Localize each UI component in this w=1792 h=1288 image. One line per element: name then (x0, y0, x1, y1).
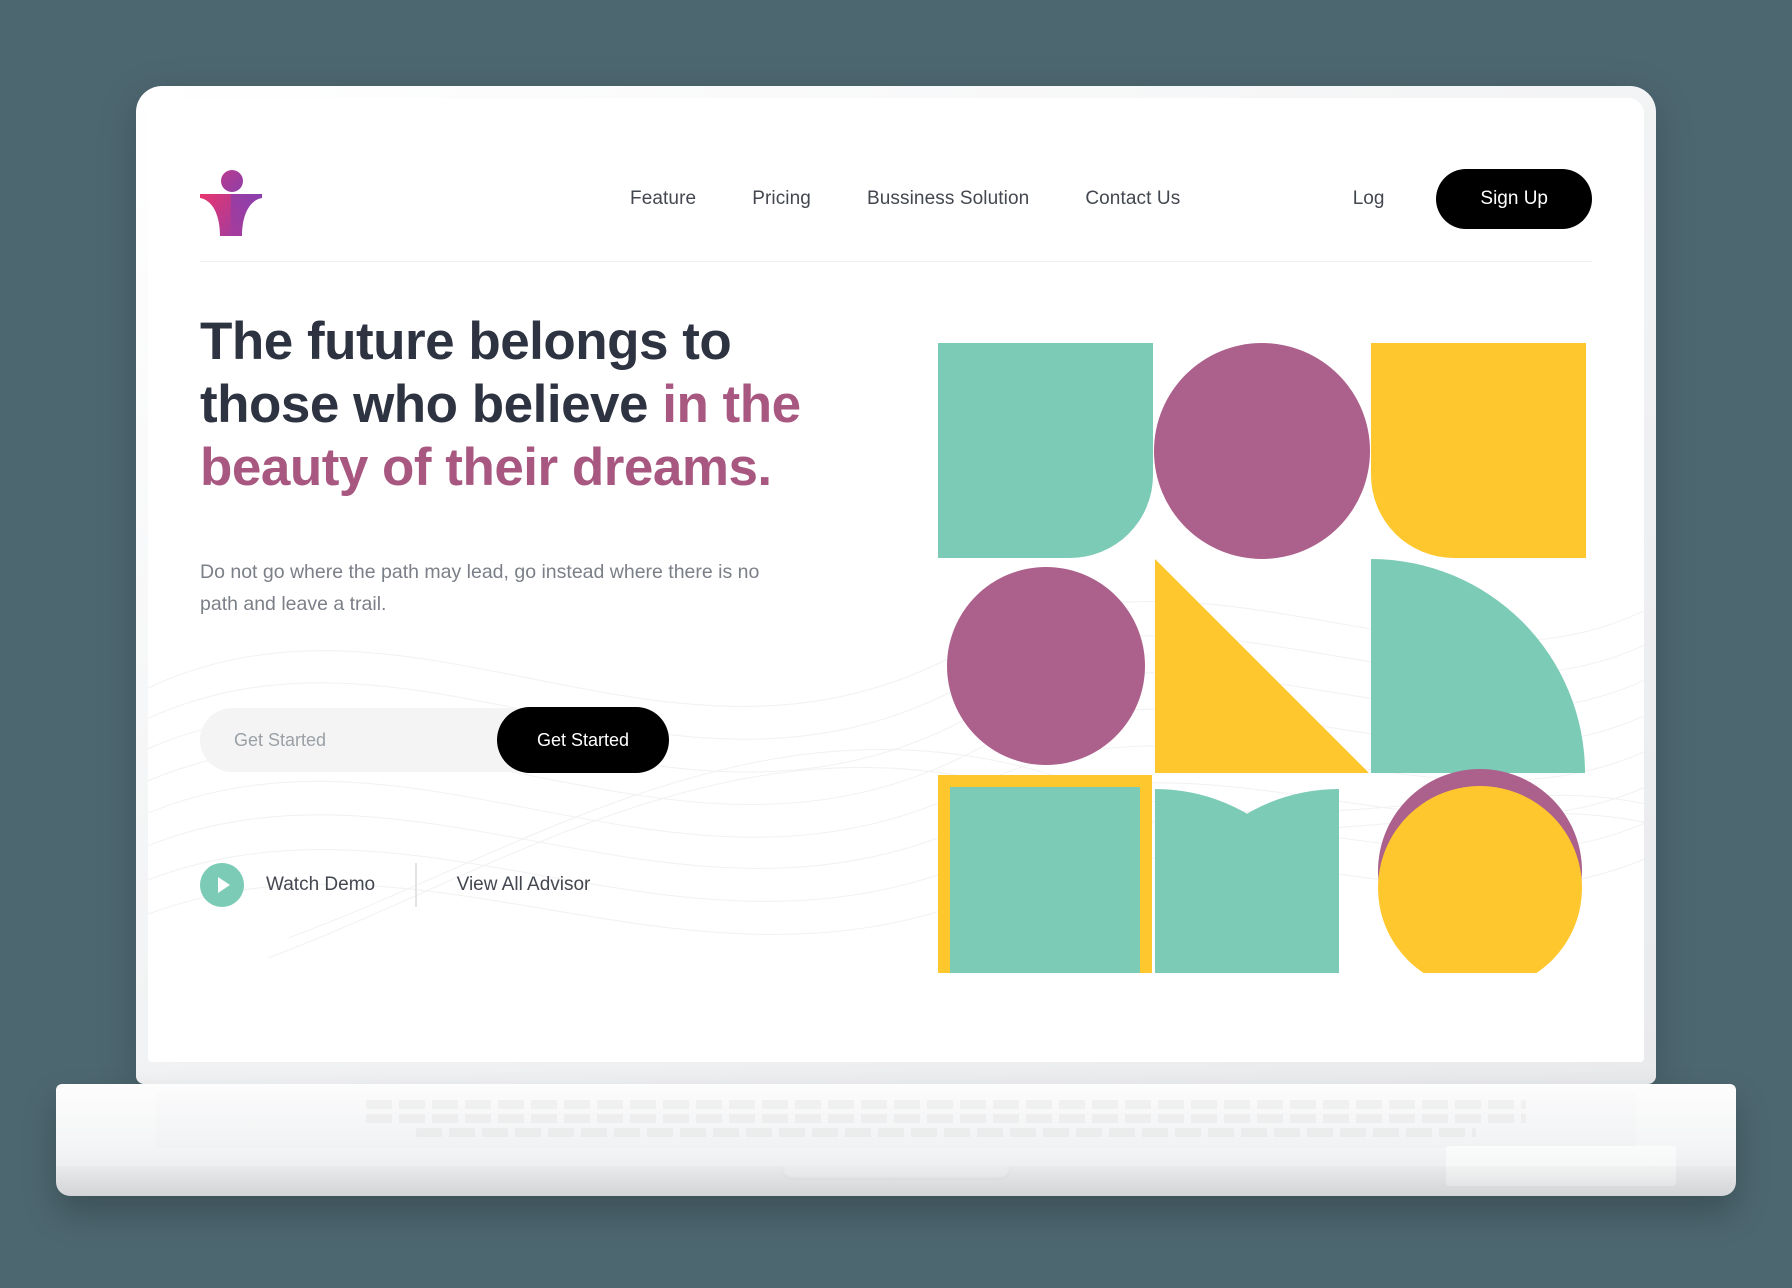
laptop-base (56, 1084, 1736, 1196)
page-title: The future belongs to those who believe … (200, 310, 880, 499)
signup-button[interactable]: Sign Up (1436, 168, 1592, 229)
view-all-advisor-link[interactable]: View All Advisor (457, 874, 591, 896)
site-header: Feature Pricing Bussiness Solution Conta… (200, 136, 1592, 262)
laptop-base-notch (781, 1166, 1011, 1180)
play-icon[interactable] (200, 863, 244, 908)
logo-head-shape (221, 169, 243, 192)
laptop-lid: Feature Pricing Bussiness Solution Conta… (136, 86, 1656, 1084)
headline-primary: The future belongs to those who believe (200, 312, 732, 435)
laptop-screen: Feature Pricing Bussiness Solution Conta… (148, 98, 1644, 1062)
get-started-button[interactable]: Get Started (497, 707, 669, 774)
brand-logo-icon[interactable] (200, 169, 262, 236)
login-link[interactable]: Log (1353, 188, 1385, 210)
shape-yellow-triangle-r2c2 (1155, 559, 1369, 773)
nav-item-feature[interactable]: Feature (630, 188, 696, 210)
hero-content: The future belongs to those who believe … (200, 310, 880, 908)
landing-page: Feature Pricing Bussiness Solution Conta… (148, 98, 1644, 1062)
hero-cta-row: Get Started (200, 707, 700, 774)
play-triangle-icon (218, 877, 230, 894)
keyboard-row (366, 1114, 1526, 1123)
header-actions: Log Sign Up (1353, 168, 1592, 229)
shape-green-quarter-r2c3 (1371, 559, 1585, 773)
nav-item-bussiness-solution[interactable]: Bussiness Solution (867, 188, 1029, 210)
laptop-mockup: Feature Pricing Bussiness Solution Conta… (0, 0, 1792, 1288)
hero-subtext: Do not go where the path may lead, go in… (200, 561, 760, 615)
nav-item-pricing[interactable]: Pricing (752, 188, 811, 210)
laptop-keyboard (156, 1090, 1636, 1148)
main-navigation: Feature Pricing Bussiness Solution Conta… (630, 188, 1180, 210)
shape-purple-circle-r2c1 (947, 567, 1145, 765)
nav-item-contact-us[interactable]: Contact Us (1085, 188, 1180, 210)
shape-green-square-r1c1 (938, 343, 1153, 558)
geometric-shape-grid (938, 343, 1586, 973)
link-divider (415, 863, 417, 908)
hero-secondary-links: Watch Demo View All Advisor (200, 862, 880, 908)
keyboard-row (366, 1100, 1526, 1109)
watch-demo-link[interactable]: Watch Demo (266, 874, 375, 896)
shape-purple-circle-r1c2 (1154, 343, 1370, 559)
shape-green-inner-r3c1 (950, 787, 1140, 973)
keyboard-row (416, 1128, 1476, 1137)
laptop-trackpad (1446, 1146, 1676, 1186)
shape-yellow-square-r1c3 (1371, 343, 1586, 558)
